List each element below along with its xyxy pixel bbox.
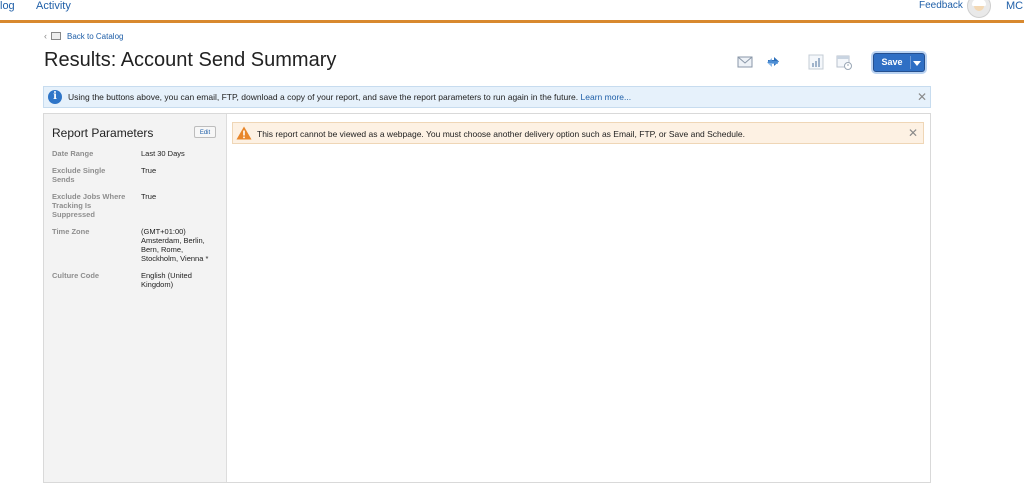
feedback-link[interactable]: Feedback <box>919 0 963 11</box>
avatar[interactable] <box>967 0 991 18</box>
param-value-date-range: Last 30 Days <box>141 149 185 158</box>
warning-banner-text: This report cannot be viewed as a webpag… <box>257 129 745 139</box>
info-banner: i Using the buttons above, you can email… <box>43 86 931 108</box>
chevron-left-icon: ‹ <box>44 31 47 41</box>
download-icon[interactable] <box>808 54 824 70</box>
schedule-icon[interactable] <box>836 54 852 70</box>
close-icon[interactable]: ✕ <box>917 91 927 103</box>
param-label-date-range: Date Range <box>52 149 94 158</box>
param-value-exclude-jobs: True <box>141 192 157 201</box>
user-menu[interactable]: MCI <box>1006 0 1024 12</box>
back-link-label: Back to Catalog <box>67 31 124 41</box>
param-value-exclude-single-sends: True <box>141 166 157 175</box>
email-icon[interactable] <box>737 54 753 70</box>
param-label-exclude-jobs: Exclude Jobs Where Tracking Is Suppresse… <box>52 192 126 219</box>
back-to-catalog-link[interactable]: ‹ Back to Catalog <box>44 31 123 41</box>
param-label-time-zone: Time Zone <box>52 227 90 236</box>
catalog-icon <box>51 32 61 40</box>
nav-item-catalog[interactable]: log <box>0 0 15 12</box>
ftp-icon[interactable] <box>765 54 781 70</box>
page-title: Results: Account Send Summary <box>44 49 337 71</box>
learn-more-link[interactable]: Learn more... <box>581 92 632 102</box>
edit-parameters-button[interactable]: Edit <box>194 126 216 138</box>
warning-banner: This report cannot be viewed as a webpag… <box>232 122 924 144</box>
report-parameters-panel: Report Parameters Edit Date Range Last 3… <box>44 114 227 482</box>
nav-item-activity[interactable]: Activity <box>36 0 71 12</box>
top-nav-bar: log Activity Feedback MCI <box>0 0 1024 23</box>
save-button[interactable]: Save <box>873 53 925 72</box>
warning-icon <box>236 126 252 140</box>
param-label-culture-code: Culture Code <box>52 271 100 280</box>
save-button-divider <box>910 56 911 69</box>
param-value-time-zone: (GMT+01:00) Amsterdam, Berlin, Bern, Rom… <box>141 227 209 263</box>
save-button-label: Save <box>881 57 903 67</box>
close-warning-icon[interactable]: ✕ <box>908 127 918 139</box>
info-icon: i <box>48 90 62 104</box>
avatar-hair <box>972 0 986 6</box>
info-banner-message: Using the buttons above, you can email, … <box>68 92 579 102</box>
param-label-exclude-single-sends: Exclude Single Sends <box>52 166 106 184</box>
chevron-down-icon[interactable] <box>913 61 921 66</box>
info-banner-text: Using the buttons above, you can email, … <box>68 92 631 102</box>
report-parameters-title: Report Parameters <box>52 126 154 140</box>
report-panel: Report Parameters Edit Date Range Last 3… <box>43 113 931 483</box>
param-value-culture-code: English (United Kingdom) <box>141 271 192 289</box>
